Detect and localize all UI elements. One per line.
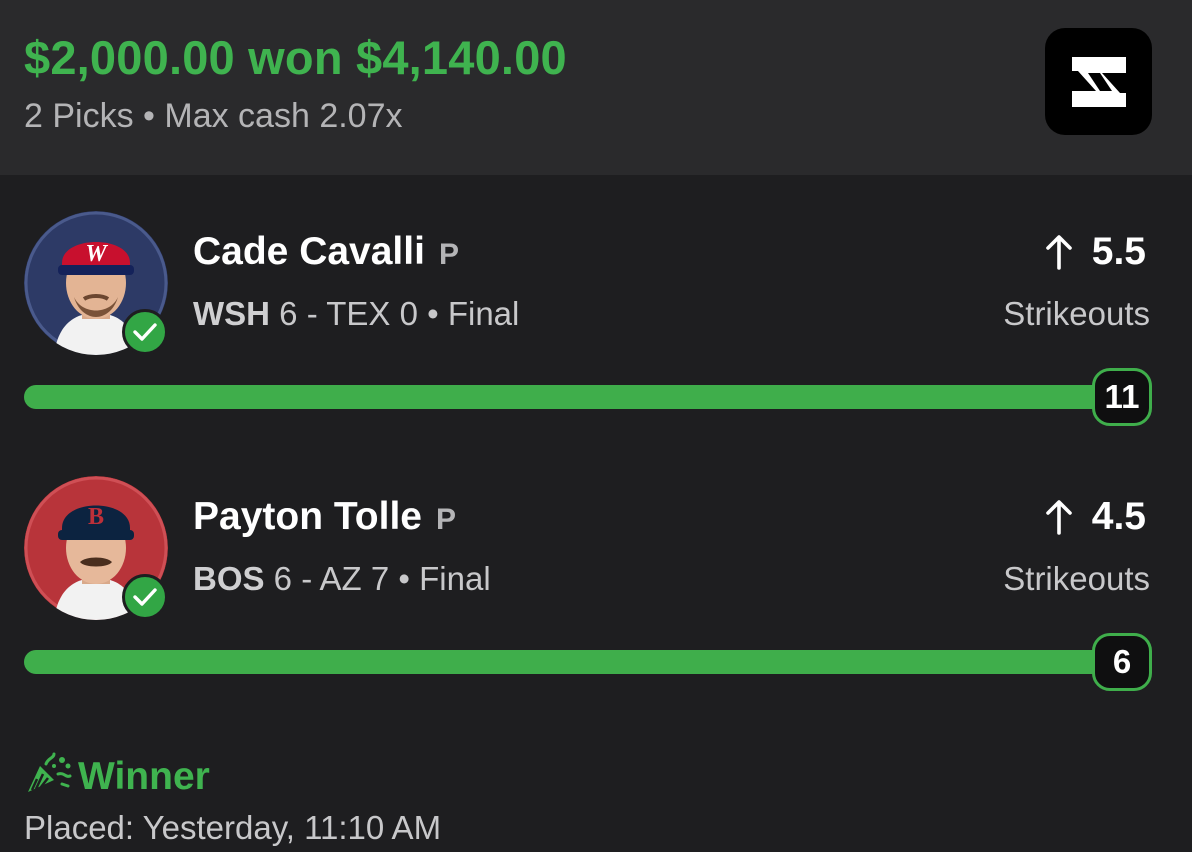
stat-label: Strikeouts (1003, 560, 1150, 597)
arrow-up-icon (1045, 234, 1072, 270)
line-value: 5.5 (1091, 230, 1146, 273)
party-popper-icon (24, 752, 72, 801)
entry-title: $2,000.00 won $4,140.00 (24, 31, 567, 84)
game-score: WSH 6 - TEX 0 • Final (193, 295, 519, 333)
app-logo-icon[interactable] (1045, 28, 1152, 135)
placed-timestamp: Placed: Yesterday, 11:10 AM (24, 809, 442, 846)
pick-card[interactable]: B Payton Tolle P BOS 6 - AZ 7 • Final 4.5… (0, 440, 1192, 691)
player-position: P (438, 238, 459, 271)
team-abbr: WSH (193, 295, 270, 332)
pick-line: 5.5 (1045, 230, 1146, 274)
result-status: Winner (24, 752, 210, 801)
pick-card[interactable]: W Cade Cavalli P WSH 6 - TEX 0 • Final 5.… (0, 175, 1192, 426)
pick-line: 4.5 (1045, 495, 1146, 539)
actual-stat-badge: 6 (1092, 633, 1152, 691)
actual-stat-badge: 11 (1092, 368, 1152, 426)
game-score: BOS 6 - AZ 7 • Final (193, 560, 491, 598)
svg-text:B: B (88, 504, 104, 530)
progress-bar (24, 650, 1114, 674)
svg-text:W: W (85, 241, 108, 267)
player-name-text: Payton Tolle (193, 495, 422, 538)
player-name-text: Cade Cavalli (193, 230, 425, 273)
progress-fill (24, 385, 1114, 409)
player-name: Cade Cavalli P (193, 230, 459, 274)
check-icon (122, 309, 168, 355)
entry-subtitle: 2 Picks • Max cash 2.07x (24, 97, 403, 135)
score-text: 6 - TEX 0 • Final (270, 295, 520, 332)
check-icon (122, 574, 168, 620)
progress-bar (24, 385, 1114, 409)
player-name: Payton Tolle P (193, 495, 456, 539)
score-text: 6 - AZ 7 • Final (264, 560, 491, 597)
entry-header: $2,000.00 won $4,140.00 2 Picks • Max ca… (0, 0, 1192, 175)
arrow-up-icon (1045, 499, 1072, 535)
team-abbr: BOS (193, 560, 265, 597)
line-value: 4.5 (1091, 495, 1146, 538)
result-label: Winner (78, 754, 210, 798)
player-position: P (435, 503, 456, 536)
progress-fill (24, 650, 1114, 674)
stat-label: Strikeouts (1003, 295, 1150, 332)
